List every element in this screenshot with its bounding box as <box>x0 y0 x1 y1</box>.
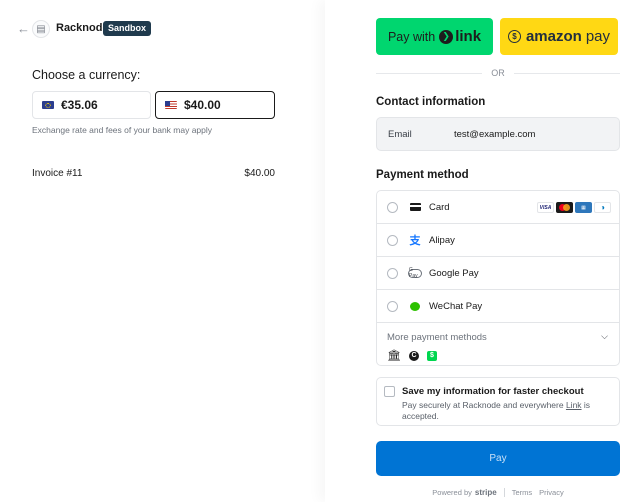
arrow-left-icon[interactable]: ← <box>17 22 30 35</box>
payment-option-label: WeChat Pay <box>429 300 483 312</box>
currency-option-eur[interactable]: €35.06 <box>32 91 151 119</box>
or-text: OR <box>491 68 505 78</box>
or-divider: OR <box>376 67 620 79</box>
alipay-icon: 支 <box>409 235 421 247</box>
amazon-pay-icon: $ <box>507 30 521 43</box>
divider-line <box>376 72 483 74</box>
currency-heading: Choose a currency: <box>32 68 141 82</box>
link-logo: ❯ link <box>439 28 481 45</box>
payment-method-heading: Payment method <box>376 169 469 181</box>
diners-icon: ◑ <box>594 202 611 213</box>
link-arrow-icon: ❯ <box>439 29 454 44</box>
cash-app-icon: $ <box>426 350 437 361</box>
more-payment-icons: 🏛 C $ <box>387 349 609 362</box>
pay-button[interactable]: Pay <box>376 441 620 476</box>
payment-panel: Pay with ❯ link $ amazon pay OR Contact … <box>325 0 633 502</box>
sandbox-badge: Sandbox <box>103 21 152 36</box>
email-field[interactable]: Email test@example.com <box>376 117 620 151</box>
pay-with-link-button[interactable]: Pay with ❯ link <box>376 18 493 55</box>
more-payment-methods[interactable]: More payment methods ⌵ 🏛 C $ <box>377 323 619 362</box>
amazon-pay-word: pay <box>585 28 611 45</box>
terms-link[interactable]: Terms <box>512 488 532 497</box>
footer-separator <box>503 488 505 497</box>
payment-option-label: Google Pay <box>429 267 479 279</box>
currency-option-usd[interactable]: $40.00 <box>155 91 275 119</box>
currency-amount-eur: €35.06 <box>61 98 98 112</box>
merchant-name: Racknode <box>56 22 109 34</box>
card-icon <box>408 201 422 213</box>
wechat-icon <box>408 300 422 312</box>
link-logo-text: link <box>455 28 482 45</box>
amazon-word: amazon <box>525 28 582 45</box>
email-label: Email <box>388 128 412 140</box>
email-value: test@example.com <box>454 128 536 140</box>
radio-button[interactable] <box>387 300 398 312</box>
payment-option-label: Alipay <box>429 234 455 246</box>
payment-option-card[interactable]: Card VISA ▦ ◑ <box>377 191 619 224</box>
invoice-amount: $40.00 <box>244 168 275 179</box>
chevron-down-icon[interactable]: ⌵ <box>601 331 608 342</box>
save-link[interactable]: Link <box>566 400 582 410</box>
divider-line <box>513 72 620 74</box>
mastercard-icon <box>556 202 573 213</box>
radio-button[interactable] <box>387 201 398 213</box>
visa-icon: VISA <box>537 202 554 213</box>
powered-by-text: Powered by <box>432 488 472 497</box>
payment-option-alipay[interactable]: 支 Alipay <box>377 224 619 257</box>
merchant-logo-icon: ▤ <box>32 20 50 38</box>
radio-button[interactable] <box>387 234 398 246</box>
contact-heading: Contact information <box>376 96 486 108</box>
c-icon: C <box>408 350 419 361</box>
radio-button[interactable] <box>387 267 398 279</box>
privacy-link[interactable]: Privacy <box>539 488 564 497</box>
card-brands: VISA ▦ ◑ <box>537 202 611 213</box>
save-info-box[interactable]: Save my information for faster checkout … <box>376 377 620 426</box>
payment-option-label: Card <box>429 201 450 213</box>
exchange-rate-note: Exchange rate and fees of your bank may … <box>32 125 213 135</box>
link-button-prefix: Pay with <box>387 29 436 44</box>
more-payment-methods-label: More payment methods <box>387 332 487 343</box>
currency-amount-usd: $40.00 <box>184 98 221 112</box>
payment-option-google-pay[interactable]: G Pay Google Pay <box>377 257 619 290</box>
footer: Powered by stripe Terms Privacy <box>376 488 620 497</box>
amazon-pay-button[interactable]: $ amazon pay <box>500 18 618 55</box>
save-info-checkbox[interactable] <box>384 386 395 397</box>
invoice-label: Invoice #11 <box>32 168 83 179</box>
google-pay-icon: G Pay <box>408 267 422 279</box>
amex-icon: ▦ <box>575 202 592 213</box>
stripe-logo[interactable]: stripe <box>475 488 497 497</box>
us-flag-icon <box>165 101 177 109</box>
save-info-title: Save my information for faster checkout <box>402 386 584 397</box>
bank-icon: 🏛 <box>387 350 401 362</box>
eu-flag-icon <box>42 101 54 109</box>
payment-method-list: Card VISA ▦ ◑ 支 Alipay G Pay Google Pay … <box>376 190 620 366</box>
save-desc-before: Pay securely at Racknode and everywhere <box>402 400 566 410</box>
payment-option-wechat[interactable]: WeChat Pay <box>377 290 619 323</box>
save-info-description: Pay securely at Racknode and everywhere … <box>402 400 612 422</box>
order-summary-panel: ← ▤ Racknode Sandbox Choose a currency: … <box>0 0 325 502</box>
